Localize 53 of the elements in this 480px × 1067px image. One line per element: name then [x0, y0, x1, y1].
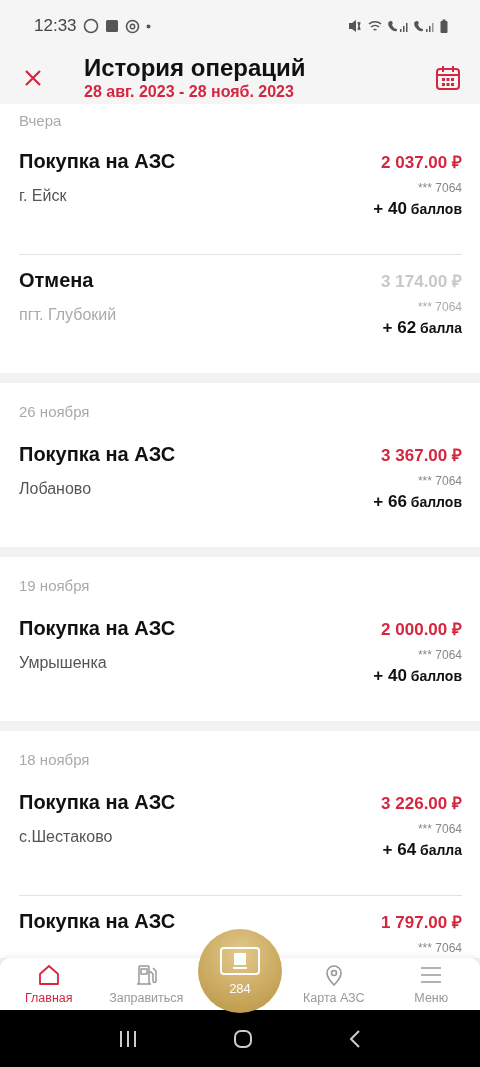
nav-tab[interactable]: Главная	[0, 958, 98, 1010]
operation-row[interactable]: Покупка на АЗС Умрышенка 2 000.00 ₽ *** 7064 + 40 баллов	[19, 603, 462, 721]
operation-amount: 1 797.00 ₽	[381, 912, 462, 933]
operation-title: Покупка на АЗС	[19, 443, 176, 466]
bonus-points: + 64 балла	[382, 840, 462, 860]
back-icon[interactable]	[348, 1028, 363, 1049]
home-button-icon[interactable]	[233, 1028, 253, 1049]
bonus-points: + 40 баллов	[373, 199, 462, 219]
operation-title: Покупка на АЗС	[19, 617, 176, 640]
date-heading: 26 ноября	[19, 401, 91, 422]
bonus-points: + 66 баллов	[373, 492, 462, 512]
card-icon	[220, 946, 260, 975]
operation-amount: 3 367.00 ₽	[381, 445, 462, 466]
operation-title: Отмена	[19, 269, 95, 292]
operation-place: г. Ейск	[19, 187, 68, 205]
operation-title: Покупка на АЗС	[19, 910, 176, 933]
card-number: *** 7064	[417, 300, 462, 314]
bonus-points: + 62 балла	[382, 318, 462, 338]
card-number: *** 7064	[417, 648, 462, 662]
operation-title: Покупка на АЗС	[19, 791, 176, 814]
recent-apps-icon[interactable]	[117, 1029, 138, 1048]
operation-place: с.Шестаково	[19, 828, 114, 846]
date-range[interactable]: 28 авг. 2023 - 28 нояб. 2023	[84, 82, 294, 102]
card-number: *** 7064	[417, 474, 462, 488]
page-title: История операций	[84, 54, 306, 82]
card-number: *** 7064	[417, 941, 462, 955]
date-heading: 18 ноября	[19, 749, 91, 770]
mute-icon	[348, 19, 362, 33]
card-number: *** 7064	[417, 822, 462, 836]
fuel-pump-icon	[134, 963, 159, 987]
date-heading: 19 ноября	[19, 575, 91, 596]
wifi-icon	[368, 20, 382, 32]
bonus-points: + 40 баллов	[373, 666, 462, 686]
operation-place: пгт. Глубокий	[19, 306, 117, 324]
status-time: 12:33	[34, 16, 77, 36]
operation-title: Покупка на АЗС	[19, 150, 176, 173]
card-number: *** 7064	[417, 181, 462, 195]
operation-amount: 2 000.00 ₽	[381, 619, 462, 640]
calendar-button[interactable]	[434, 64, 462, 92]
operation-row[interactable]: Покупка на АЗС с.Шестаково 3 226.00 ₽ *** 7064 + 64 балла	[19, 777, 462, 895]
battery-icon	[440, 19, 448, 33]
home-icon	[36, 963, 61, 987]
date-heading: Вчера	[19, 110, 63, 131]
image-icon	[104, 19, 119, 33]
call-signal-icon	[388, 19, 408, 33]
operation-row[interactable]: Покупка на АЗС г. Ейск 2 037.00 ₽ *** 7064 + 40 баллов	[19, 136, 462, 254]
operation-amount: 3 226.00 ₽	[381, 793, 462, 814]
call-signal-icon	[414, 19, 434, 33]
operation-place: Лобаново	[19, 480, 93, 498]
dot-icon	[145, 23, 151, 29]
operation-amount: 2 037.00 ₽	[381, 152, 462, 173]
operation-row[interactable]: Покупка на АЗС Лобаново 3 367.00 ₽ *** 7064 + 66 баллов	[19, 429, 462, 547]
operation-place: Умрышенка	[19, 654, 108, 672]
